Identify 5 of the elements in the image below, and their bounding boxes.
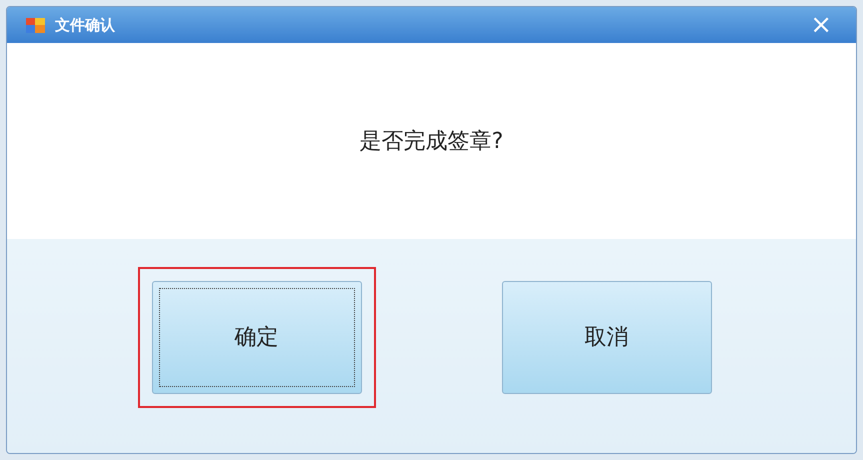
message-text: 是否完成签章? <box>360 128 504 156</box>
dialog-button[interactable]: 确定 <box>152 281 362 394</box>
dialog-button[interactable]: 取消 <box>502 281 712 394</box>
app-icon <box>25 15 47 35</box>
window-title: 文件确认 <box>55 14 115 36</box>
